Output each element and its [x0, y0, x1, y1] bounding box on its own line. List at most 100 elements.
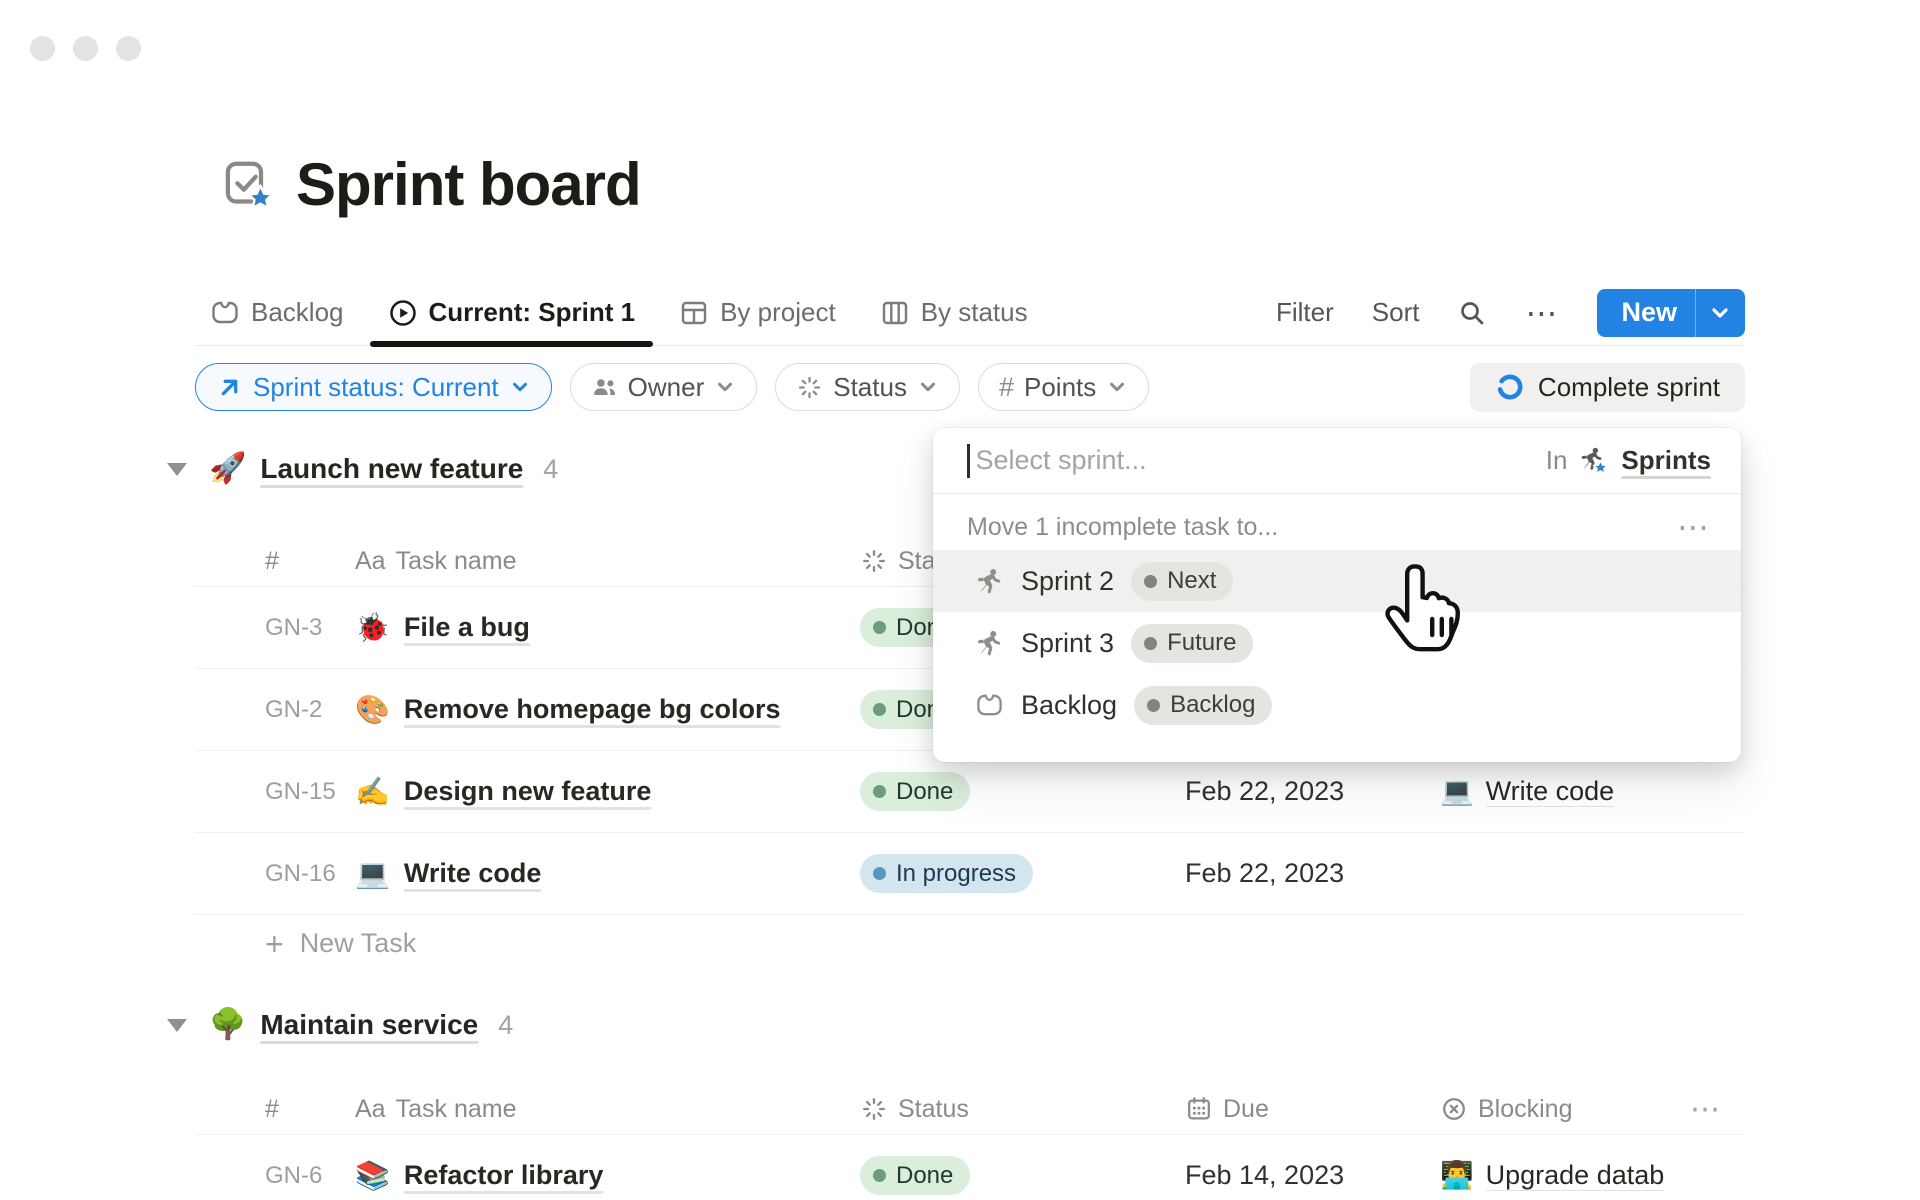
- status-pill[interactable]: Done: [860, 772, 970, 811]
- window-minimize-button[interactable]: [73, 36, 98, 61]
- window-controls: [30, 36, 141, 61]
- new-button[interactable]: New: [1597, 297, 1695, 328]
- task-title[interactable]: Refactor library: [404, 1160, 604, 1191]
- complete-sprint-button[interactable]: Complete sprint: [1470, 363, 1745, 412]
- dropdown-option-sprint-2[interactable]: Sprint 2 Next: [933, 550, 1741, 612]
- more-columns-icon[interactable]: ⋯: [1690, 1092, 1745, 1127]
- chevron-down-icon: [917, 376, 939, 398]
- tab-label: Current: Sprint 1: [429, 297, 636, 328]
- task-id: GN-3: [195, 614, 355, 642]
- column-header-due[interactable]: Due: [1185, 1095, 1440, 1124]
- column-header-blocking[interactable]: Blocking: [1440, 1095, 1690, 1124]
- dropdown-option-sprint-3[interactable]: Sprint 3 Future: [933, 612, 1741, 674]
- view-toolbar: Filter Sort ⋯ New: [1276, 289, 1745, 337]
- new-task-label: New Task: [300, 928, 417, 959]
- sprint-select-dropdown: Select sprint... In Sprints Move 1 incom…: [933, 428, 1741, 762]
- tab-by-project[interactable]: By project: [669, 280, 846, 345]
- dropdown-option-backlog[interactable]: Backlog Backlog: [933, 674, 1741, 736]
- status-dot-icon: [873, 785, 886, 798]
- button-label: Complete sprint: [1538, 372, 1720, 403]
- group-toggle-icon[interactable]: [167, 463, 187, 476]
- new-dropdown-button[interactable]: [1695, 289, 1745, 337]
- group-emoji: 🚀: [209, 454, 246, 484]
- filter-chip-sprint-status[interactable]: Sprint status: Current: [195, 363, 552, 411]
- task-title[interactable]: Remove homepage bg colors: [404, 694, 781, 725]
- group-name[interactable]: Maintain service: [260, 1009, 478, 1041]
- more-options-icon[interactable]: ⋯: [1677, 511, 1711, 543]
- blocking-cell[interactable]: 💻Write code: [1440, 776, 1690, 807]
- more-options-icon[interactable]: ⋯: [1525, 297, 1559, 329]
- search-placeholder: Select sprint...: [976, 445, 1147, 476]
- tab-current-sprint[interactable]: Current: Sprint 1: [378, 280, 646, 345]
- column-header-status[interactable]: Status: [860, 1095, 1185, 1124]
- tab-label: Backlog: [251, 297, 344, 328]
- status-spinner-icon: [860, 1095, 888, 1123]
- page-header: Sprint board: [222, 150, 641, 219]
- tab-backlog[interactable]: Backlog: [200, 280, 354, 345]
- due-date[interactable]: Feb 14, 2023: [1185, 1160, 1440, 1191]
- table-row[interactable]: GN-16 💻 Write code In progress Feb 22, 20…: [195, 832, 1745, 914]
- new-task-button[interactable]: + New Task: [195, 914, 1745, 972]
- filter-chip-points[interactable]: # Points: [978, 363, 1149, 411]
- status-dot-icon: [873, 703, 886, 716]
- search-icon[interactable]: [1457, 298, 1487, 328]
- notion-window: Sprint board Backlog Current: Sprint 1 B…: [0, 0, 1920, 1200]
- status-dot-icon: [873, 1169, 886, 1182]
- status-spinner-icon: [796, 374, 823, 401]
- column-header-id[interactable]: #: [195, 547, 355, 576]
- group-header-maintain-service: 🌳 Maintain service 4: [195, 994, 1745, 1056]
- due-date[interactable]: Feb 22, 2023: [1185, 858, 1440, 889]
- task-id: GN-16: [195, 860, 355, 888]
- arrow-up-right-icon: [216, 374, 243, 401]
- plus-icon: +: [265, 928, 284, 960]
- backlog-icon: [210, 298, 240, 328]
- status-pill[interactable]: Done: [860, 1156, 970, 1195]
- filter-chip-owner[interactable]: Owner: [570, 363, 758, 411]
- chip-label: Status: [833, 372, 907, 403]
- blocking-task-link[interactable]: Write code: [1486, 776, 1615, 807]
- filter-chip-bar: Sprint status: Current Owner Status # Po…: [195, 363, 1745, 411]
- table-row[interactable]: GN-15 ✍️Design new feature Done Feb 22, …: [195, 750, 1745, 832]
- status-dot-icon: [1144, 575, 1157, 588]
- filter-chip-status[interactable]: Status: [775, 363, 960, 411]
- status-dot-icon: [1147, 699, 1160, 712]
- board-columns-icon: [880, 298, 910, 328]
- calendar-icon: [1185, 1095, 1213, 1123]
- sort-button[interactable]: Sort: [1372, 297, 1420, 328]
- table-row[interactable]: GN-6 📚Refactor library Done Feb 14, 2023…: [195, 1134, 1745, 1200]
- page-icon-checkbox-star[interactable]: [222, 159, 274, 211]
- due-date[interactable]: Feb 22, 2023: [1185, 776, 1440, 807]
- group-name[interactable]: Launch new feature: [260, 453, 523, 485]
- status-dot-icon: [873, 867, 886, 880]
- task-emoji: 💻: [355, 860, 390, 888]
- sprint-cycle-icon: [1495, 372, 1525, 402]
- task-title[interactable]: Design new feature: [404, 776, 652, 807]
- blocking-cell[interactable]: 👨‍💻Upgrade datab: [1440, 1160, 1690, 1191]
- task-title[interactable]: File a bug: [404, 612, 530, 643]
- column-header-task-name[interactable]: AaTask name: [355, 547, 860, 576]
- chip-label: Points: [1024, 372, 1096, 403]
- task-title[interactable]: Write code: [404, 858, 542, 889]
- view-tabs: Backlog Current: Sprint 1 By project By …: [195, 280, 1038, 345]
- sprints-database-link[interactable]: Sprints: [1621, 445, 1711, 476]
- group-toggle-icon[interactable]: [167, 1019, 187, 1032]
- tab-label: By project: [720, 297, 836, 328]
- sprint-search-input[interactable]: Select sprint... In Sprints: [933, 428, 1741, 494]
- task-id: GN-15: [195, 778, 355, 806]
- task-emoji: 🎨: [355, 696, 390, 724]
- filter-button[interactable]: Filter: [1276, 297, 1334, 328]
- in-database-link: In Sprints: [1546, 445, 1711, 476]
- column-header-task-name[interactable]: AaTask name: [355, 1095, 860, 1124]
- column-header-id[interactable]: #: [195, 1095, 355, 1124]
- window-zoom-button[interactable]: [116, 36, 141, 61]
- chevron-down-icon: [714, 376, 736, 398]
- status-pill[interactable]: In progress: [860, 854, 1033, 893]
- tab-label: By status: [921, 297, 1028, 328]
- chip-label: Sprint status: Current: [253, 372, 499, 403]
- backlog-icon: [975, 691, 1004, 720]
- play-circle-icon: [388, 298, 418, 328]
- window-close-button[interactable]: [30, 36, 55, 61]
- blocking-task-link[interactable]: Upgrade datab: [1486, 1160, 1665, 1191]
- tab-by-status[interactable]: By status: [870, 280, 1038, 345]
- page-title[interactable]: Sprint board: [296, 150, 641, 219]
